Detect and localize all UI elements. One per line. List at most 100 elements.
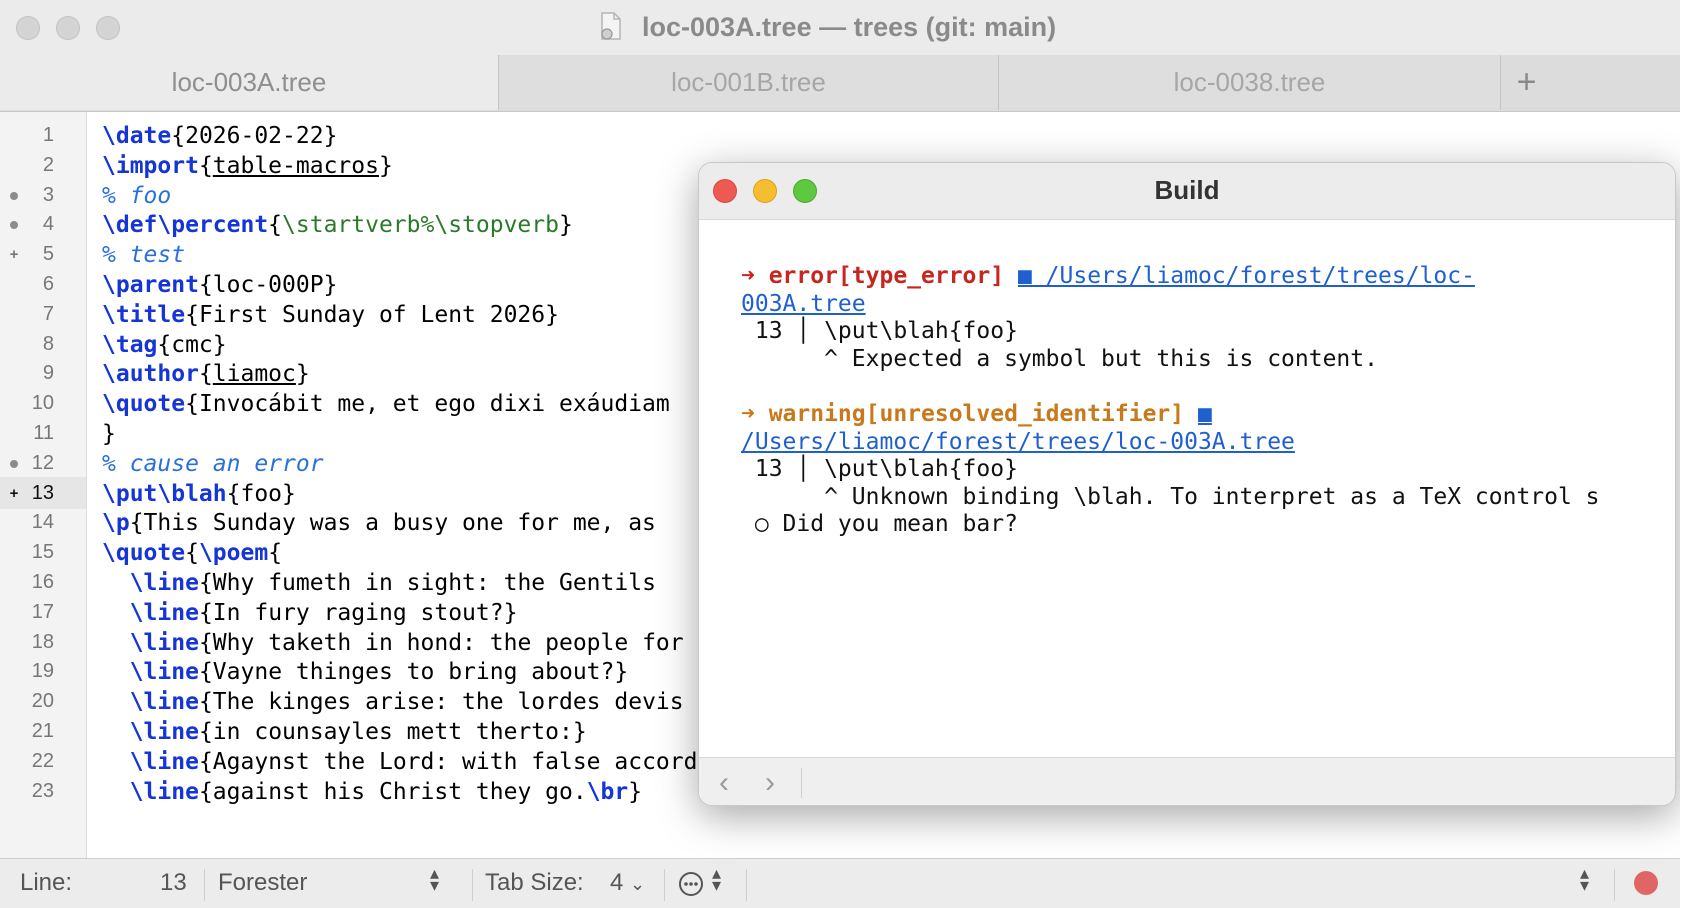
text-segment: ^ Expected a symbol but this is content.: [741, 345, 1378, 372]
text-segment: [102, 719, 130, 745]
text-segment: 13 │ \put\blah{foo}: [741, 456, 1018, 483]
text-segment: {foo}: [226, 480, 296, 507]
language-label: Forester: [218, 869, 308, 896]
divider: [472, 869, 473, 901]
text-segment: {First Sunday of Lent 2026}: [185, 301, 559, 328]
options-chevron-updown-icon[interactable]: ▴ ▾: [712, 864, 721, 898]
code-line: \line{against his Christ they go.\br}: [102, 776, 642, 808]
text-segment: {cmc}: [157, 331, 227, 358]
divider: [801, 768, 802, 798]
text-segment: \line: [129, 599, 199, 626]
text-segment: }: [295, 361, 310, 388]
code-line: \line{Vayne thinges to bring about?}: [102, 656, 629, 688]
text-segment: {This Sunday was a busy one for me, as: [129, 510, 670, 537]
code-line: \p{This Sunday was a busy one for me, as: [102, 507, 670, 539]
text-segment: \import: [102, 152, 199, 179]
tab-size-label: Tab Size:: [485, 869, 584, 896]
window-title: loc-003A.tree — trees (git: main): [642, 12, 1057, 42]
build-output-line: 13 │ \put\blah{foo}: [741, 454, 1018, 484]
code-line: \def\percent{\startverb%\stopverb}: [102, 209, 573, 241]
text-segment: {against his Christ they go.: [198, 778, 587, 805]
text-segment: {The kinges arise: the lordes devis: [198, 689, 684, 716]
line-number: 22: [31, 749, 54, 772]
code-line: \line{In fury raging stout?}: [102, 597, 518, 629]
text-segment: \br: [586, 778, 629, 805]
code-line: \title{First Sunday of Lent 2026}: [102, 299, 559, 331]
build-title: Build: [1154, 175, 1220, 205]
tab-loc-0038[interactable]: loc-0038.tree: [998, 55, 1500, 110]
line-number: 17: [31, 600, 54, 623]
close-window-button[interactable]: [16, 16, 40, 40]
title-bar: loc-003A.tree — trees (git: main): [0, 0, 1680, 55]
text-segment: {in counsayles mett therto:}: [198, 719, 587, 745]
code-line: \parent{loc-000P}: [102, 269, 337, 301]
chevron-updown-icon[interactable]: ▴ ▾: [1580, 864, 1589, 898]
line-number: 10: [31, 392, 54, 415]
line-number: 6: [42, 273, 54, 295]
text-segment: {: [198, 361, 213, 388]
build-footer: ‹ ›: [699, 757, 1675, 805]
text-segment: \line: [129, 689, 199, 716]
file-link[interactable]: ■ /Users/liamoc/forest/trees/loc-: [1018, 263, 1475, 289]
build-output-line: ➜ warning[unresolved_identifier] ■: [741, 399, 1212, 429]
status-bar: Line: 13 Forester ▴ ▾ Tab Size: 4 ⌄ ▴ ▾ ▴ ▾: [0, 858, 1680, 908]
text-segment: [102, 659, 130, 685]
ellipsis-circle-icon[interactable]: [678, 871, 704, 904]
text-segment: \line: [129, 778, 199, 805]
text-segment: ➜ error[type_error]: [741, 263, 1005, 289]
line-number: 20: [31, 690, 54, 713]
text-segment: ○ Did you mean bar?: [741, 511, 1018, 538]
text-segment: \startverb%\stopverb: [282, 212, 559, 239]
new-tab-button[interactable]: +: [1500, 55, 1552, 110]
divider: [664, 869, 665, 901]
text-segment: {: [198, 152, 213, 179]
line-number: 18: [31, 630, 54, 653]
line-number: 21: [31, 720, 54, 742]
code-line: \tag{cmc}: [102, 329, 227, 361]
zoom-window-button[interactable]: [96, 16, 120, 40]
minimize-window-button[interactable]: [56, 16, 80, 40]
text-segment: {: [268, 540, 283, 567]
build-title-bar: Build: [699, 163, 1675, 220]
language-chevron-updown-icon[interactable]: ▴ ▾: [430, 864, 439, 898]
back-arrow-icon[interactable]: ‹: [719, 766, 729, 800]
file-link[interactable]: /Users/liamoc/forest/trees/loc-003A.tree: [741, 429, 1295, 455]
text-segment: \tag: [102, 331, 158, 358]
line-number: 11: [33, 422, 54, 444]
text-segment: \date: [102, 123, 172, 149]
line-modified-dot-icon: [8, 219, 20, 231]
text-segment: \quote: [102, 391, 186, 418]
text-segment: }: [102, 421, 116, 447]
file-link[interactable]: 003A.tree: [741, 291, 866, 317]
tab-loc-003a[interactable]: loc-003A.tree: [0, 55, 498, 110]
error-indicator-icon[interactable]: [1634, 871, 1658, 895]
text-segment: \line: [129, 570, 199, 596]
language-selector[interactable]: Forester: [218, 869, 307, 897]
code-line: \line{Why fumeth in sight: the Gentils: [102, 567, 670, 599]
chevron-down-icon: ⌄: [630, 874, 646, 894]
text-segment: }: [558, 212, 573, 239]
text-segment: 13 │ \put\blah{foo}: [741, 318, 1018, 345]
code-line: \line{Why taketh in hond: the people for: [102, 627, 684, 659]
text-segment: \title: [102, 301, 186, 328]
line-number-value[interactable]: 13: [160, 869, 187, 897]
code-line: \line{The kinges arise: the lordes devis: [102, 686, 684, 718]
line-number: 1: [42, 124, 54, 146]
text-segment: ➜ warning[unresolved_identifier]: [741, 401, 1185, 427]
editor-window: loc-003A.tree — trees (git: main) loc-00…: [0, 0, 1680, 908]
file-link[interactable]: ■: [1198, 401, 1212, 427]
build-output-line: /Users/liamoc/forest/trees/loc-003A.tree: [741, 427, 1295, 457]
code-line: }: [102, 418, 116, 450]
tab-size-selector[interactable]: 4 ⌄: [610, 869, 645, 897]
line-number: 23: [31, 779, 54, 802]
text-segment: \line: [129, 748, 199, 775]
code-line: \quote{Invocábit me, et ego dixi exáudia…: [102, 388, 670, 420]
build-panel-window: Build ➜ error[type_error] ■ /Users/liamo…: [698, 162, 1676, 806]
text-segment: \def: [102, 212, 158, 239]
line-modified-dot-icon: [8, 190, 20, 202]
line-added-plus-icon: +: [9, 246, 19, 264]
forward-arrow-icon[interactable]: ›: [765, 766, 775, 800]
code-line: % test: [102, 239, 185, 271]
text-segment: [102, 570, 130, 596]
tab-loc-001b[interactable]: loc-001B.tree: [498, 55, 998, 110]
